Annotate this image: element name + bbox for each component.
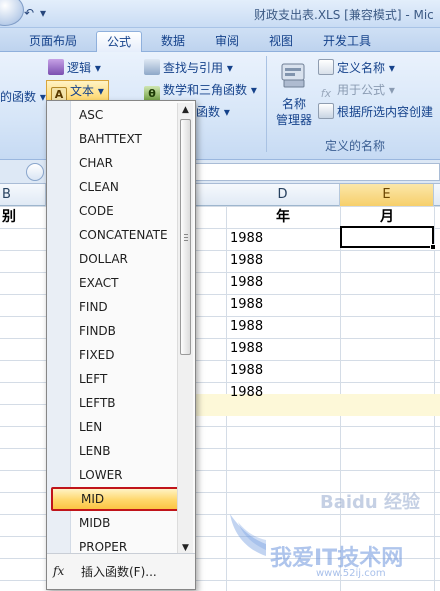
text-functions-menu: ASC BAHTTEXT CHAR CLEAN CODE CONCATENATE DOLLA…	[46, 100, 196, 590]
logical-label: 逻辑	[67, 61, 92, 75]
fill-handle[interactable]	[430, 244, 436, 250]
scroll-thumb[interactable]	[180, 119, 191, 355]
highlighted-row	[190, 394, 440, 416]
cell-year[interactable]: 1988	[230, 228, 263, 250]
watermark-baidu: Baidu 经验	[320, 492, 421, 513]
tab-page-layout[interactable]: 页面布局	[18, 31, 88, 52]
menu-item-left[interactable]: LEFT	[73, 367, 177, 391]
tab-formulas[interactable]: 公式	[96, 31, 142, 52]
menu-item-fixed[interactable]: FIXED	[73, 343, 177, 367]
logical-button[interactable]: 逻辑 ▾	[48, 58, 101, 78]
undo-arrow-icon[interactable]: ↶	[22, 6, 36, 20]
menu-item-dollar[interactable]: DOLLAR	[73, 247, 177, 271]
menu-scrollbar[interactable]: ▲ ▼	[177, 103, 193, 555]
math-trig-button[interactable]: θ 数学和三角函数 ▾	[144, 80, 257, 102]
lookup-label: 查找与引用	[163, 61, 224, 75]
watermark-url: www.52ij.com	[316, 568, 386, 579]
menu-item-len[interactable]: LEN	[73, 415, 177, 439]
namebox-dropdown-button[interactable]	[26, 163, 44, 181]
scroll-up-arrow-icon[interactable]: ▲	[178, 103, 193, 117]
insert-function-label: 插入函数(F)...	[81, 565, 157, 579]
column-header-b[interactable]: B	[0, 184, 46, 206]
cell-year[interactable]: 1988	[230, 272, 263, 294]
name-manager-button[interactable]: 名称 管理器	[274, 96, 314, 128]
menu-item-findb[interactable]: FINDB	[73, 319, 177, 343]
active-cell-e2[interactable]	[340, 226, 434, 248]
create-from-selection-icon	[318, 103, 334, 119]
logical-icon	[48, 59, 64, 75]
create-from-selection-label: 根据所选内容创建	[337, 105, 434, 119]
column-header-e[interactable]: E	[340, 184, 434, 206]
menu-item-midb[interactable]: MIDB	[73, 511, 177, 535]
window-title: 财政支出表.XLS [兼容模式] - Mic	[254, 8, 434, 22]
watermark-wing-icon	[230, 514, 266, 556]
scroll-grip-icon	[184, 234, 188, 242]
name-manager-icon	[281, 63, 305, 88]
menu-gutter	[47, 101, 71, 553]
cell-year[interactable]: 1988	[230, 360, 263, 382]
ribbon-tabs: 页面布局 公式 数据 审阅 视图 开发工具	[0, 28, 440, 52]
cell-year[interactable]: 1988	[230, 382, 263, 404]
group-label-defined-names: 定义的名称	[324, 139, 385, 153]
cell-header-category[interactable]: 别	[2, 206, 32, 228]
menu-item-clean[interactable]: CLEAN	[73, 175, 177, 199]
tab-view[interactable]: 视图	[258, 31, 304, 52]
math-trig-label: 数学和三角函数	[163, 83, 248, 97]
define-name-button[interactable]: 定义名称 ▾	[318, 58, 395, 78]
tab-data[interactable]: 数据	[150, 31, 196, 52]
define-name-label: 定义名称	[337, 61, 386, 75]
menu-item-leftb[interactable]: LEFTB	[73, 391, 177, 415]
cell-year[interactable]: 1988	[230, 294, 263, 316]
lookup-reference-button[interactable]: 查找与引用 ▾	[144, 58, 233, 78]
recent-functions-button[interactable]: 的函数 ▾	[0, 87, 46, 107]
menu-item-code[interactable]: CODE	[73, 199, 177, 223]
use-in-formula-label: 用于公式	[337, 83, 386, 97]
text-functions-button[interactable]: A 文本 ▾	[46, 80, 109, 103]
customize-qat-icon[interactable]: ▾	[36, 6, 50, 20]
cell-year[interactable]: 1988	[230, 338, 263, 360]
insert-function-item[interactable]: fx 插入函数(F)...	[47, 553, 195, 589]
formula-input[interactable]	[190, 163, 440, 181]
office-button[interactable]	[0, 0, 24, 26]
define-name-icon	[318, 59, 334, 75]
menu-item-lenb[interactable]: LENB	[73, 439, 177, 463]
menu-item-char[interactable]: CHAR	[73, 151, 177, 175]
title-bar: ↶ ▾ 财政支出表.XLS [兼容模式] - Mic	[0, 0, 440, 28]
text-functions-label: 文本	[70, 84, 95, 98]
menu-item-find[interactable]: FIND	[73, 295, 177, 319]
fx-icon: fx	[53, 564, 65, 578]
tab-developer[interactable]: 开发工具	[312, 31, 382, 52]
recent-functions-label: 的函数	[0, 90, 37, 104]
tab-review[interactable]: 审阅	[204, 31, 250, 52]
menu-item-asc[interactable]: ASC	[73, 103, 177, 127]
lookup-icon	[144, 59, 160, 75]
use-in-formula-icon: fx	[320, 87, 332, 100]
more-functions-button[interactable]: 函数 ▾	[196, 102, 230, 122]
cell-year[interactable]: 1988	[230, 250, 263, 272]
menu-item-bahttext[interactable]: BAHTTEXT	[73, 127, 177, 151]
column-header-d[interactable]: D	[226, 184, 340, 206]
cell-header-year[interactable]: 年	[226, 206, 340, 228]
menu-item-exact[interactable]: EXACT	[73, 271, 177, 295]
menu-item-lower[interactable]: LOWER	[73, 463, 177, 487]
use-in-formula-button[interactable]: fx 用于公式 ▾	[318, 80, 395, 100]
menu-item-mid[interactable]: MID	[51, 487, 179, 511]
cell-year[interactable]: 1988	[230, 316, 263, 338]
create-from-selection-button[interactable]: 根据所选内容创建	[318, 102, 433, 122]
ribbon-group-separator	[266, 56, 267, 152]
cell-header-month[interactable]: 月	[340, 206, 434, 228]
more-functions-label: 函数	[196, 105, 221, 119]
menu-item-concatenate[interactable]: CONCATENATE	[73, 223, 177, 247]
